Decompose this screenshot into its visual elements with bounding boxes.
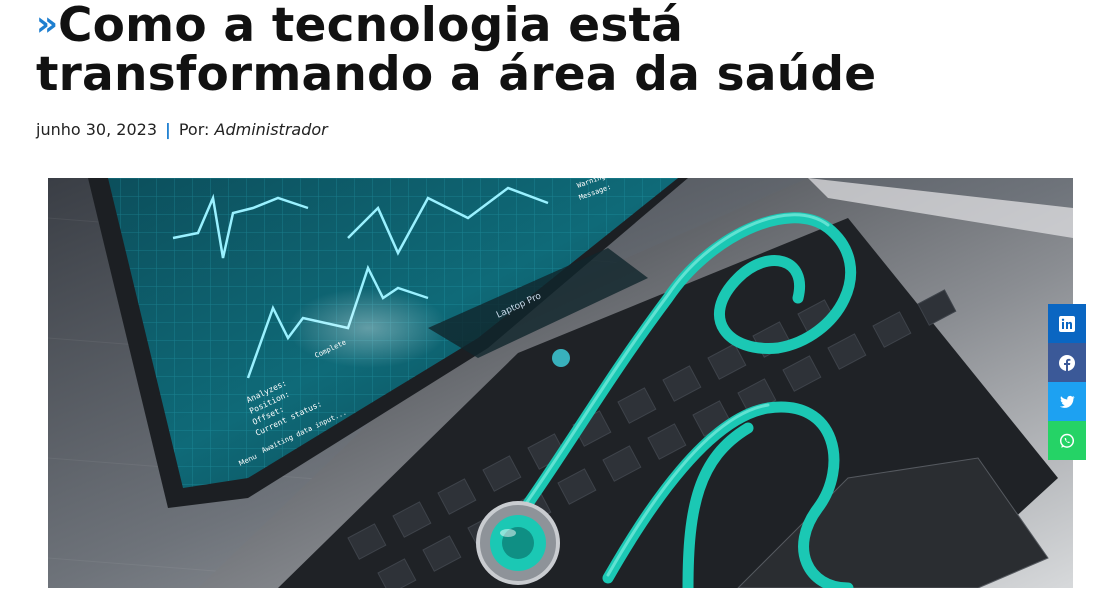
article-title-text: Como a tecnologia está transformando a á… xyxy=(36,0,877,102)
featured-image: Laptop Pro Analyzes: Position: Offset: C… xyxy=(48,178,1073,588)
linkedin-icon xyxy=(1059,315,1075,332)
facebook-icon xyxy=(1059,354,1075,371)
twitter-share-button[interactable] xyxy=(1048,382,1086,421)
whatsapp-icon xyxy=(1059,433,1075,448)
author-prefix: Por: xyxy=(178,120,210,139)
social-share-bar xyxy=(1048,304,1086,460)
meta-separator: | xyxy=(165,120,171,139)
whatsapp-share-button[interactable] xyxy=(1048,421,1086,460)
twitter-icon xyxy=(1059,395,1075,408)
post-meta: junho 30, 2023 | Por: Administrador xyxy=(36,120,328,139)
facebook-share-button[interactable] xyxy=(1048,343,1086,382)
post-author[interactable]: Administrador xyxy=(215,120,328,139)
article-title: » Como a tecnologia está transformando a … xyxy=(36,0,1076,99)
linkedin-share-button[interactable] xyxy=(1048,304,1086,343)
laptop-with-stethoscope-image: Laptop Pro Analyzes: Position: Offset: C… xyxy=(48,178,1073,588)
post-date[interactable]: junho 30, 2023 xyxy=(36,120,157,139)
chevron-right-icon: » xyxy=(36,4,58,44)
